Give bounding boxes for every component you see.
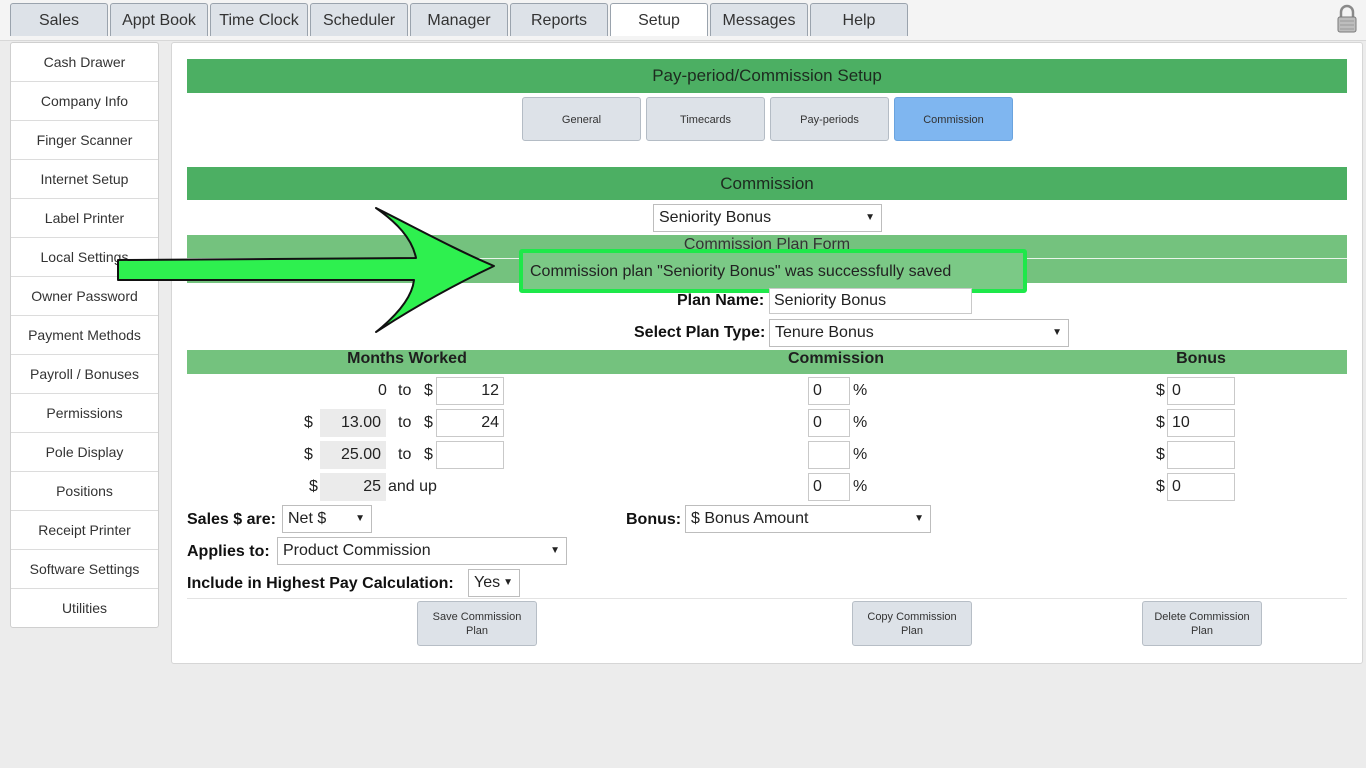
tab-appt-book[interactable]: Appt Book xyxy=(110,3,208,36)
row3-dollar: $ xyxy=(424,446,433,463)
divider xyxy=(187,598,1347,599)
row4-bonus-dollar: $ xyxy=(1156,478,1165,495)
plan-name-input[interactable]: Seniority Bonus xyxy=(769,288,972,314)
tab-messages[interactable]: Messages xyxy=(710,3,808,36)
row1-commission-input[interactable]: 0 xyxy=(808,377,850,405)
row2-percent: % xyxy=(853,414,868,431)
row3-percent: % xyxy=(853,446,868,463)
chevron-down-icon: ▼ xyxy=(550,545,560,556)
copy-commission-plan-button[interactable]: Copy Commission Plan xyxy=(852,601,972,646)
header-months-worked: Months Worked xyxy=(347,350,467,367)
sales-select[interactable]: Net $ ▼ xyxy=(282,505,372,533)
row1-to-input[interactable]: 12 xyxy=(436,377,504,405)
header-bonus: Bonus xyxy=(1176,350,1226,367)
tab-setup[interactable]: Setup xyxy=(610,3,708,36)
sidebar-item-permissions[interactable]: Permissions xyxy=(11,394,158,433)
chevron-down-icon: ▼ xyxy=(1052,327,1062,338)
sidebar-item-cash-drawer[interactable]: Cash Drawer xyxy=(11,43,158,82)
tab-scheduler[interactable]: Scheduler xyxy=(310,3,408,36)
chevron-down-icon: ▼ xyxy=(914,513,924,524)
tab-help[interactable]: Help xyxy=(810,3,908,36)
chevron-down-icon: ▼ xyxy=(865,212,875,223)
commission-section-title: Commission xyxy=(187,167,1347,200)
applies-to-value: Product Commission xyxy=(283,542,431,559)
sidebar-item-finger-scanner[interactable]: Finger Scanner xyxy=(11,121,158,160)
sidebar-item-receipt-printer[interactable]: Receipt Printer xyxy=(11,511,158,550)
row3-commission-input[interactable] xyxy=(808,441,850,469)
plan-select-value: Seniority Bonus xyxy=(659,209,772,226)
sidebar-item-internet-setup[interactable]: Internet Setup xyxy=(11,160,158,199)
bonus-type-label: Bonus: xyxy=(626,511,682,528)
row3-bonus-dollar: $ xyxy=(1156,446,1165,463)
row3-bonus-input[interactable] xyxy=(1167,441,1235,469)
plan-type-select[interactable]: Tenure Bonus ▼ xyxy=(769,319,1069,347)
row1-bonus-input[interactable]: 0 xyxy=(1167,377,1235,405)
row4-commission-input[interactable]: 0 xyxy=(808,473,850,501)
plan-select[interactable]: Seniority Bonus ▼ xyxy=(653,204,882,232)
row4-and-up: and up xyxy=(388,478,437,495)
row2-commission-input[interactable]: 0 xyxy=(808,409,850,437)
row3-to-label: to xyxy=(398,446,412,463)
tab-manager[interactable]: Manager xyxy=(410,3,508,36)
row3-from-dollar: $ xyxy=(304,446,313,463)
save-commission-plan-button[interactable]: Save Commission Plan xyxy=(417,601,537,646)
highest-pay-select[interactable]: Yes ▼ xyxy=(468,569,520,597)
row2-from-dollar: $ xyxy=(304,414,313,431)
row3-from-input: 25.00 xyxy=(320,441,386,469)
plan-type-value: Tenure Bonus xyxy=(775,324,874,341)
subtab-commission[interactable]: Commission xyxy=(894,97,1013,141)
page-title: Pay-period/Commission Setup xyxy=(187,59,1347,93)
row3-to-input[interactable] xyxy=(436,441,504,469)
lock-icon[interactable] xyxy=(1336,4,1358,34)
row1-bonus-dollar: $ xyxy=(1156,382,1165,399)
row1-dollar: $ xyxy=(424,382,433,399)
subtab-general[interactable]: General xyxy=(522,97,641,141)
sidebar-item-positions[interactable]: Positions xyxy=(11,472,158,511)
chevron-down-icon: ▼ xyxy=(355,513,365,524)
tab-sales[interactable]: Sales xyxy=(10,3,108,36)
sales-select-value: Net $ xyxy=(288,510,327,527)
row2-bonus-input[interactable]: 10 xyxy=(1167,409,1235,437)
row1-to-label: to xyxy=(398,382,412,399)
annotation-arrow-icon xyxy=(117,207,495,333)
row4-percent: % xyxy=(853,478,868,495)
subtab-pay-periods[interactable]: Pay-periods xyxy=(770,97,889,141)
applies-to-label: Applies to: xyxy=(187,543,270,560)
row2-to-label: to xyxy=(398,414,412,431)
tab-time-clock[interactable]: Time Clock xyxy=(210,3,308,36)
sidebar-item-pole-display[interactable]: Pole Display xyxy=(11,433,158,472)
plan-name-label: Plan Name: xyxy=(677,292,765,309)
row4-from-input: 25 xyxy=(320,473,386,501)
row2-to-input[interactable]: 24 xyxy=(436,409,504,437)
row1-percent: % xyxy=(853,382,868,399)
sidebar: Cash Drawer Company Info Finger Scanner … xyxy=(10,42,159,628)
row1-from: 0 xyxy=(378,382,387,399)
applies-to-select[interactable]: Product Commission ▼ xyxy=(277,537,567,565)
row4-from-dollar: $ xyxy=(309,478,318,495)
highest-pay-label: Include in Highest Pay Calculation: xyxy=(187,575,454,592)
main-panel: Pay-period/Commission Setup General Time… xyxy=(171,42,1363,664)
tab-reports[interactable]: Reports xyxy=(510,3,608,36)
row4-bonus-input[interactable]: 0 xyxy=(1167,473,1235,501)
highest-pay-value: Yes xyxy=(474,574,501,591)
row2-dollar: $ xyxy=(424,414,433,431)
chevron-down-icon: ▼ xyxy=(503,577,513,588)
success-message: Commission plan "Seniority Bonus" was su… xyxy=(530,263,952,280)
sidebar-item-utilities[interactable]: Utilities xyxy=(11,589,158,627)
row2-bonus-dollar: $ xyxy=(1156,414,1165,431)
plan-type-label: Select Plan Type: xyxy=(634,324,766,341)
top-nav: Sales Appt Book Time Clock Scheduler Man… xyxy=(0,0,1366,41)
bonus-type-value: $ Bonus Amount xyxy=(691,510,809,527)
delete-commission-plan-button[interactable]: Delete Commission Plan xyxy=(1142,601,1262,646)
header-commission: Commission xyxy=(787,350,884,367)
sales-label: Sales $ are: xyxy=(187,511,276,528)
sidebar-item-payroll-bonuses[interactable]: Payroll / Bonuses xyxy=(11,355,158,394)
sidebar-item-software-settings[interactable]: Software Settings xyxy=(11,550,158,589)
sidebar-item-company-info[interactable]: Company Info xyxy=(11,82,158,121)
bonus-type-select[interactable]: $ Bonus Amount ▼ xyxy=(685,505,931,533)
subtab-timecards[interactable]: Timecards xyxy=(646,97,765,141)
row2-from-input: 13.00 xyxy=(320,409,386,437)
